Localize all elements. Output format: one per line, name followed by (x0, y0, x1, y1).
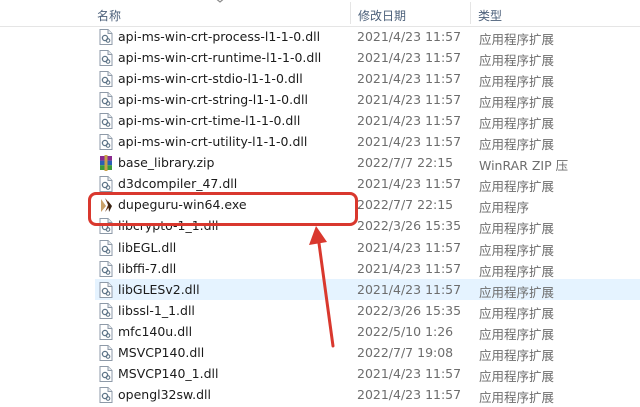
dll-icon (99, 112, 113, 129)
dll-icon (99, 302, 113, 319)
column-header-date[interactable]: 修改日期 (358, 7, 406, 24)
dll-icon (99, 49, 113, 66)
column-header-name[interactable]: 名称 (97, 7, 121, 24)
file-modified-date: 2022/5/10 1:26 (357, 323, 454, 339)
dll-icon (99, 91, 113, 108)
file-row[interactable]: api-ms-win-crt-stdio-l1-1-0.dll 2021/4/23… (95, 68, 640, 89)
file-type: 应用程序扩展 (479, 137, 555, 152)
file-name: api-ms-win-crt-runtime-l1-1-0.dll (118, 49, 322, 65)
dll-icon (99, 28, 113, 45)
file-name: libssl-1_1.dll (118, 302, 195, 318)
file-type: 应用程序扩展 (479, 390, 555, 406)
file-modified-date: 2022/7/7 19:08 (357, 345, 454, 360)
file-row[interactable]: opengl32sw.dll 2021/4/23 11:57 应用程序扩展 (95, 384, 640, 405)
dll-icon (99, 366, 113, 383)
file-type: 应用程序扩展 (479, 348, 555, 363)
file-modified-date: 2022/7/7 22:15 (357, 155, 454, 171)
file-modified-date: 2022/3/26 15:35 (357, 302, 462, 318)
annotation-highlight-box (88, 192, 358, 226)
file-row[interactable]: mfc140u.dll 2022/5/10 1:26 应用程序扩展 (95, 321, 640, 342)
file-type: 应用程序扩展 (479, 179, 555, 195)
file-name: api-ms-win-crt-time-l1-1-0.dll (118, 112, 301, 128)
file-row[interactable]: api-ms-win-crt-time-l1-1-0.dll 2021/4/23 … (95, 110, 640, 131)
file-modified-date: 2022/7/7 22:15 (357, 197, 454, 213)
file-name: MSVCP140_1.dll (118, 366, 219, 382)
dll-icon (99, 387, 113, 404)
file-modified-date: 2021/4/23 11:57 (357, 239, 462, 255)
file-modified-date: 2021/4/23 11:57 (357, 366, 462, 382)
dll-icon (99, 260, 113, 277)
file-modified-date: 2021/4/23 11:57 (357, 70, 462, 86)
file-row[interactable]: libEGL.dll 2021/4/23 11:57 应用程序扩展 (95, 237, 640, 258)
file-name: libGLESv2.dll (118, 281, 200, 297)
file-modified-date: 2021/4/23 11:57 (357, 134, 462, 149)
file-name: base_library.zip (118, 155, 215, 171)
file-modified-date: 2021/4/23 11:57 (357, 260, 462, 276)
file-type: 应用程序扩展 (479, 52, 555, 68)
file-name: api-ms-win-crt-process-l1-1-0.dll (118, 28, 321, 44)
file-name: api-ms-win-crt-utility-l1-1-0.dll (118, 134, 308, 149)
file-name: libffi-7.dll (118, 260, 177, 276)
dll-icon (99, 345, 113, 361)
dll-icon (99, 176, 113, 193)
dll-icon (99, 134, 113, 150)
dll-icon (99, 323, 113, 340)
file-type: 应用程序扩展 (479, 305, 555, 321)
file-type: 应用程序扩展 (479, 326, 555, 342)
column-header-bar: 名称 修改日期 类型 (0, 0, 640, 27)
sort-up-icon[interactable] (213, 0, 227, 4)
file-row[interactable]: libGLESv2.dll 2021/4/23 11:57 应用程序扩展 (95, 278, 640, 300)
dll-icon (99, 281, 113, 298)
file-name: mfc140u.dll (118, 323, 193, 339)
file-type: 应用程序扩展 (479, 369, 555, 385)
file-modified-date: 2021/4/23 11:57 (357, 112, 462, 128)
file-row[interactable]: api-ms-win-crt-process-l1-1-0.dll 2021/4/… (95, 26, 640, 47)
file-row[interactable]: api-ms-win-crt-string-l1-1-0.dll 2021/4/2… (95, 89, 640, 110)
file-name: api-ms-win-crt-string-l1-1-0.dll (118, 91, 308, 107)
file-row[interactable]: MSVCP140.dll 2022/7/7 19:08 应用程序扩展 (95, 342, 640, 363)
file-row[interactable]: libssl-1_1.dll 2022/3/26 15:35 应用程序扩展 (95, 300, 640, 321)
file-row[interactable]: api-ms-win-crt-utility-l1-1-0.dll 2021/4/… (95, 131, 640, 152)
column-divider[interactable] (470, 2, 471, 24)
file-type: 应用程序扩展 (479, 263, 555, 279)
file-row[interactable]: base_library.zip 2022/7/7 22:15 WinRAR ZIP… (95, 152, 640, 173)
file-modified-date: 2021/4/23 11:57 (357, 176, 462, 192)
column-header-type[interactable]: 类型 (478, 7, 502, 24)
file-modified-date: 2021/4/23 11:57 (357, 49, 462, 65)
file-type: 应用程序扩展 (479, 94, 555, 110)
file-type: 应用程序扩展 (479, 73, 555, 89)
file-modified-date: 2021/4/23 11:57 (357, 28, 462, 44)
file-type: WinRAR ZIP 压 (479, 158, 569, 174)
file-row[interactable]: MSVCP140_1.dll 2021/4/23 11:57 应用程序扩展 (95, 363, 640, 384)
file-row[interactable]: libffi-7.dll 2021/4/23 11:57 应用程序扩展 (95, 258, 640, 279)
file-type: 应用程序扩展 (479, 31, 555, 47)
dll-icon (99, 70, 113, 87)
file-modified-date: 2022/3/26 15:35 (357, 218, 462, 234)
file-name: d3dcompiler_47.dll (118, 176, 238, 192)
file-type: 应用程序扩展 (479, 115, 555, 131)
column-divider[interactable] (350, 2, 351, 24)
file-name: MSVCP140.dll (118, 345, 205, 360)
dll-icon (99, 239, 113, 256)
file-type: 应用程序扩展 (479, 242, 555, 258)
zip-archive-icon (99, 155, 113, 172)
file-name: libEGL.dll (118, 239, 177, 255)
file-type: 应用程序扩展 (479, 221, 555, 237)
file-type: 应用程序 (479, 200, 530, 216)
file-modified-date: 2021/4/23 11:57 (357, 91, 462, 107)
file-row[interactable]: api-ms-win-crt-runtime-l1-1-0.dll 2021/4/… (95, 47, 640, 68)
file-modified-date: 2021/4/23 11:57 (357, 281, 462, 297)
file-name: api-ms-win-crt-stdio-l1-1-0.dll (118, 70, 303, 86)
file-type: 应用程序扩展 (479, 284, 555, 300)
